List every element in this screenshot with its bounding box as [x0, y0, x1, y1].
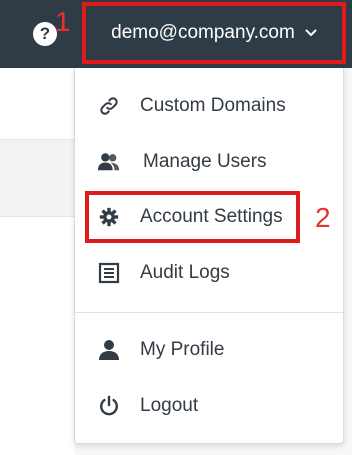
annotation-marker-1: 1	[55, 6, 71, 37]
users-icon	[97, 150, 121, 174]
user-email: demo@company.com	[111, 22, 295, 43]
menu-item-label: My Profile	[140, 339, 225, 360]
menu-item-my-profile[interactable]: My Profile	[75, 326, 343, 374]
annotation-marker-2: 2	[315, 202, 331, 233]
background-panel	[0, 140, 74, 217]
link-icon	[97, 94, 121, 118]
chevron-down-icon	[305, 29, 317, 37]
menu-item-label: Logout	[140, 395, 199, 416]
menu-item-logout[interactable]: Logout	[75, 382, 343, 430]
top-navbar: ? 1 demo@company.com	[0, 0, 352, 68]
background-panel	[0, 68, 74, 140]
user-menu-button[interactable]: demo@company.com	[82, 2, 346, 64]
menu-item-label: Account Settings	[140, 206, 283, 227]
menu-item-label: Custom Domains	[140, 95, 286, 116]
gear-icon	[97, 205, 121, 229]
menu-item-audit-logs[interactable]: Audit Logs	[75, 249, 343, 297]
user-icon	[97, 338, 121, 362]
question-circle-icon[interactable]: ?	[33, 22, 57, 46]
menu-divider	[75, 312, 343, 313]
menu-item-custom-domains[interactable]: Custom Domains	[75, 82, 343, 130]
power-icon	[97, 394, 121, 418]
menu-item-label: Manage Users	[143, 151, 267, 172]
user-dropdown-menu: Custom Domains Manage Users Account Sett…	[74, 68, 344, 444]
list-icon	[97, 261, 121, 285]
background-page	[0, 68, 74, 455]
menu-item-manage-users[interactable]: Manage Users	[75, 138, 343, 186]
background-panel	[0, 217, 74, 455]
menu-item-account-settings[interactable]: Account Settings	[75, 193, 343, 241]
menu-item-label: Audit Logs	[140, 262, 230, 283]
